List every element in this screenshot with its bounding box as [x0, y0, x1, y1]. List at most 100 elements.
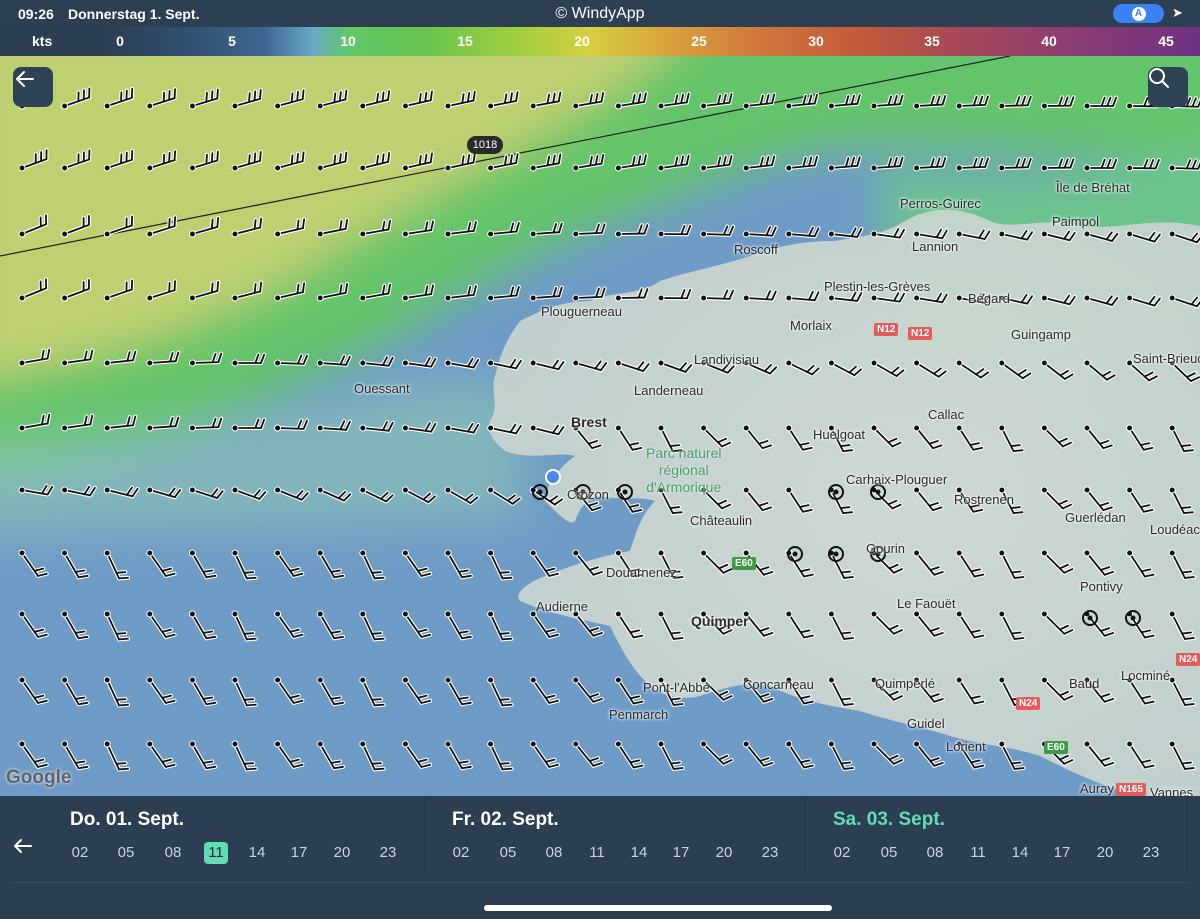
- day-column-1: Do. 01. Sept. 02 05 08 11 14 17 20 23: [0, 796, 424, 876]
- park-label-line: d'Armorique: [646, 479, 722, 495]
- legend-tick: 35: [924, 33, 940, 49]
- place-label: Crozon: [567, 487, 609, 502]
- legend-tick: 10: [340, 33, 356, 49]
- day-column-3: Sa. 03. Sept. 02 05 08 11 14 17 20 23: [806, 796, 1186, 876]
- app-title: © WindyApp: [555, 5, 645, 22]
- hour-button[interactable]: 02: [828, 842, 856, 864]
- hour-button[interactable]: 05: [875, 842, 903, 864]
- place-label: Châteaulin: [690, 513, 753, 528]
- place-label: Morlaix: [790, 318, 832, 333]
- place-label: Audierne: [536, 599, 589, 614]
- hour-button[interactable]: 20: [328, 842, 356, 864]
- back-arrow-icon: [16, 71, 34, 87]
- hour-button[interactable]: 14: [243, 842, 271, 864]
- place-label: Auray: [1080, 781, 1114, 796]
- location-icon: ➤: [1172, 5, 1183, 20]
- day-title: Do. 01. Sept.: [70, 809, 185, 830]
- hour-button[interactable]: 23: [374, 842, 402, 864]
- place-label: Penmarch: [609, 707, 669, 722]
- legend-tick: 15: [457, 33, 473, 49]
- place-label: Roscoff: [734, 242, 778, 257]
- place-label: Loudéac: [1150, 522, 1200, 537]
- hour-button[interactable]: 02: [447, 842, 475, 864]
- place-label: Pontivy: [1080, 579, 1123, 594]
- place-label: Landerneau: [634, 383, 704, 398]
- place-label: Rostrenen: [954, 492, 1014, 507]
- road-sign: N12: [874, 323, 899, 336]
- hour-button[interactable]: 20: [710, 842, 738, 864]
- calm-marker-center: [833, 489, 839, 495]
- hour-button-selected[interactable]: 11: [204, 842, 228, 864]
- timeline-divider: [12, 882, 1188, 883]
- day-separator: [1186, 796, 1187, 876]
- place-label: Quimper: [691, 613, 749, 629]
- park-label-line: régional: [658, 462, 709, 478]
- place-label: Plouguerneau: [541, 304, 622, 319]
- place-label: Lorient: [946, 739, 986, 754]
- place-label: Plestin-les-Grèves: [824, 279, 931, 294]
- place-label: Baud: [1069, 676, 1100, 691]
- place-label: Guidel: [907, 716, 945, 731]
- hour-button[interactable]: 08: [921, 842, 949, 864]
- hour-button[interactable]: 14: [625, 842, 653, 864]
- hour-button[interactable]: 17: [667, 842, 695, 864]
- legend-tick: 30: [808, 33, 824, 49]
- place-label: Paimpol: [1052, 214, 1099, 229]
- place-label: Landivisiau: [694, 352, 760, 367]
- hour-button[interactable]: 23: [1137, 842, 1165, 864]
- calm-marker-center: [1087, 615, 1093, 621]
- mode-badge-letter: A: [1131, 6, 1146, 21]
- road-sign: N24: [1176, 653, 1200, 666]
- hour-button[interactable]: 05: [494, 842, 522, 864]
- place-label: Guerlédan: [1065, 510, 1126, 525]
- park-label: Parc naturel régional d'Armorique: [646, 445, 721, 496]
- search-button[interactable]: [1148, 67, 1188, 107]
- park-label-line: Parc naturel: [646, 445, 722, 461]
- place-label: Carhaix-Plouguer: [846, 472, 948, 487]
- calm-marker-center: [622, 489, 628, 495]
- mode-badge[interactable]: A: [1113, 4, 1164, 23]
- wind-map[interactable]: 1018 Île de Bréhat Perros-Guirec Paimpol…: [0, 56, 1200, 796]
- legend-unit: kts: [32, 33, 53, 49]
- place-label: Brest: [571, 414, 607, 430]
- legend-tick: 20: [574, 33, 590, 49]
- road-sign: E60: [1044, 741, 1068, 754]
- road-sign: N12: [908, 327, 933, 340]
- place-label: Concarneau: [743, 677, 814, 692]
- legend-tick: 0: [116, 33, 124, 49]
- timeline-panel: Do. 01. Sept. 02 05 08 11 14 17 20 23 Fr…: [0, 796, 1200, 919]
- hour-button[interactable]: 02: [66, 842, 94, 864]
- hour-button[interactable]: 14: [1006, 842, 1034, 864]
- hour-button[interactable]: 11: [964, 842, 992, 864]
- hour-button[interactable]: 17: [285, 842, 313, 864]
- place-label: Saint-Brieuc: [1133, 351, 1200, 366]
- place-label: Locminé: [1121, 668, 1171, 683]
- hour-button[interactable]: 17: [1048, 842, 1076, 864]
- hour-button[interactable]: 08: [159, 842, 187, 864]
- day-title: Fr. 02. Sept.: [452, 809, 559, 830]
- calm-marker-center: [792, 551, 798, 557]
- place-label: Pont-l'Abbé: [643, 680, 710, 695]
- hour-button[interactable]: 05: [112, 842, 140, 864]
- place-label: Callac: [928, 407, 965, 422]
- search-icon: [1149, 68, 1169, 88]
- place-label: Perros-Guirec: [900, 196, 981, 211]
- road-sign: E60: [732, 557, 756, 570]
- place-label: Ouessant: [354, 381, 410, 396]
- back-button[interactable]: [13, 67, 53, 107]
- hour-button[interactable]: 23: [756, 842, 784, 864]
- home-indicator[interactable]: [484, 905, 832, 911]
- place-label: Lannion: [912, 239, 959, 254]
- hour-button[interactable]: 20: [1091, 842, 1119, 864]
- place-label: Vannes: [1150, 785, 1194, 796]
- legend-tick: 5: [228, 33, 236, 49]
- place-label: Gourin: [866, 541, 906, 556]
- hour-button[interactable]: 11: [583, 842, 611, 864]
- calm-marker-center: [833, 551, 839, 557]
- day-title: Sa. 03. Sept.: [833, 809, 945, 830]
- hour-button[interactable]: 08: [540, 842, 568, 864]
- calm-marker-center: [537, 489, 543, 495]
- current-location-dot[interactable]: [545, 469, 561, 485]
- status-bar: 09:26 Donnerstag 1. Sept. © WindyApp A ➤: [0, 0, 1200, 27]
- wind-speed-legend: kts 0 5 10 15 20 25 30 35 40 45: [0, 27, 1200, 56]
